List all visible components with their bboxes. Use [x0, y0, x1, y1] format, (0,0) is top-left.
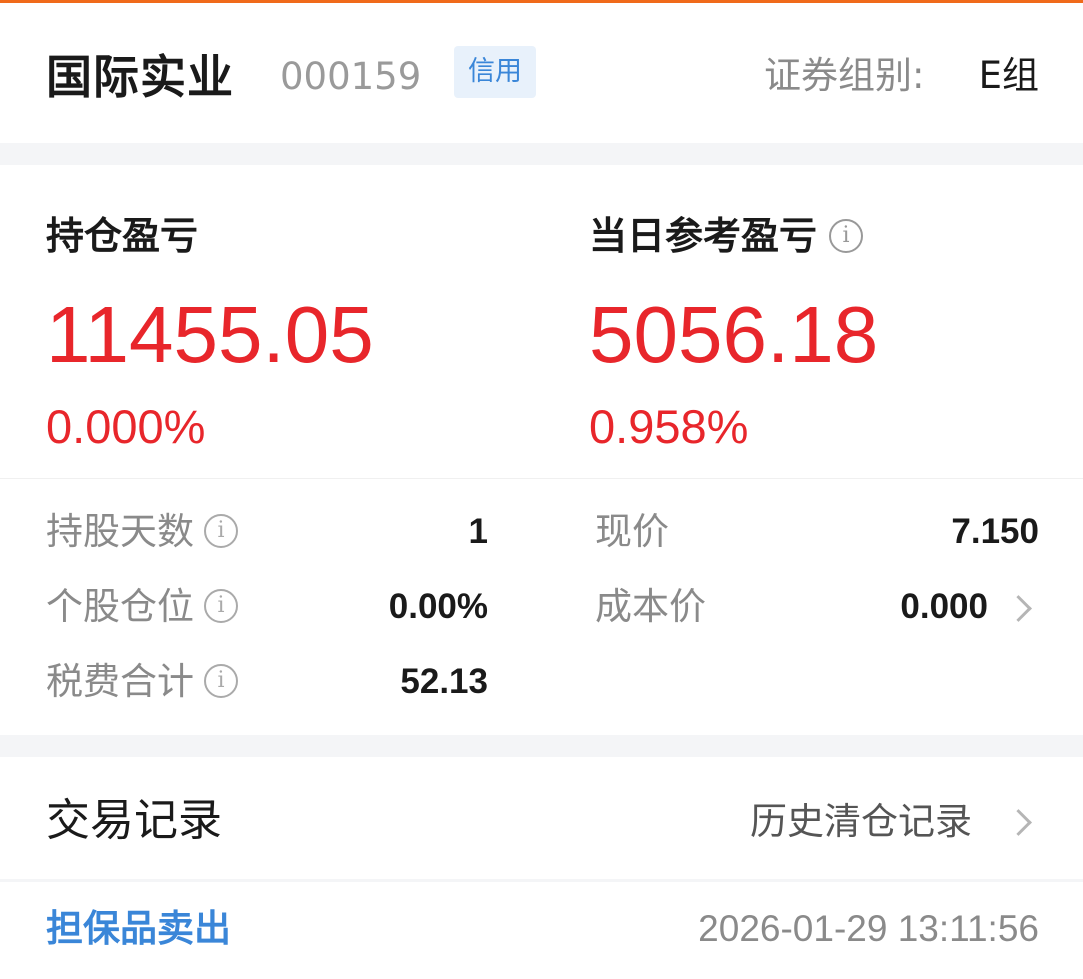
trade-records-title: 交易记录 — [46, 795, 222, 846]
daily-profit-value: 5056.18 — [589, 290, 879, 379]
hold-days-value: 1 — [468, 512, 488, 551]
cost-price-value[interactable]: 0.000 — [900, 584, 988, 630]
current-price-label: 现价 — [595, 510, 669, 553]
stock-header: 国际实业 000159 信用 证券组别: E组 — [0, 3, 1083, 143]
trade-record-row[interactable]: 担保品卖出 2026-01-29 13:11:56 — [0, 882, 1083, 979]
position-ratio-label: 个股仓位 i — [46, 584, 238, 630]
chevron-right-icon[interactable] — [1005, 595, 1032, 622]
tax-fee-value: 52.13 — [400, 662, 488, 701]
position-profit-percent: 0.000% — [46, 400, 206, 453]
position-profit-value: 11455.05 — [46, 290, 374, 379]
tax-fee-label-text: 税费合计 — [46, 660, 194, 703]
stock-name: 国际实业 — [46, 50, 234, 104]
credit-badge: 信用 — [454, 46, 536, 98]
profit-section: 持仓盈亏 当日参考盈亏 i 11455.05 5056.18 0.000% 0.9… — [0, 165, 1083, 735]
hold-days-label: 持股天数 i — [46, 509, 238, 555]
chevron-right-icon[interactable] — [1005, 809, 1032, 836]
daily-profit-title-text: 当日参考盈亏 — [589, 214, 818, 258]
trade-time: 2026-01-29 13:11:56 — [698, 908, 1039, 949]
info-circle-icon[interactable]: i — [204, 663, 238, 698]
divider — [0, 478, 1083, 479]
info-circle-icon[interactable]: i — [204, 588, 238, 623]
section-separator — [0, 735, 1083, 757]
tax-fee-label: 税费合计 i — [46, 659, 238, 705]
security-group-value: E组 — [978, 54, 1039, 97]
section-separator — [0, 143, 1083, 165]
daily-profit-title: 当日参考盈亏 i — [589, 213, 864, 259]
current-price-value: 7.150 — [951, 512, 1039, 551]
position-profit-title: 持仓盈亏 — [46, 213, 198, 259]
position-profit-title-text: 持仓盈亏 — [46, 214, 199, 258]
history-clear-records-link[interactable]: 历史清仓记录 — [750, 797, 972, 847]
hold-days-label-text: 持股天数 — [46, 510, 194, 553]
position-ratio-value: 0.00% — [388, 587, 488, 626]
security-group-label: 证券组别: — [764, 54, 925, 97]
info-circle-icon[interactable]: i — [829, 218, 864, 253]
trade-records-header: 交易记录 历史清仓记录 — [0, 757, 1083, 879]
trade-type: 担保品卖出 — [46, 907, 231, 950]
cost-price-label[interactable]: 成本价 — [595, 584, 706, 630]
stock-code: 000159 — [280, 55, 422, 98]
daily-profit-percent: 0.958% — [589, 400, 749, 453]
info-circle-icon[interactable]: i — [204, 513, 238, 548]
position-ratio-label-text: 个股仓位 — [46, 585, 194, 628]
